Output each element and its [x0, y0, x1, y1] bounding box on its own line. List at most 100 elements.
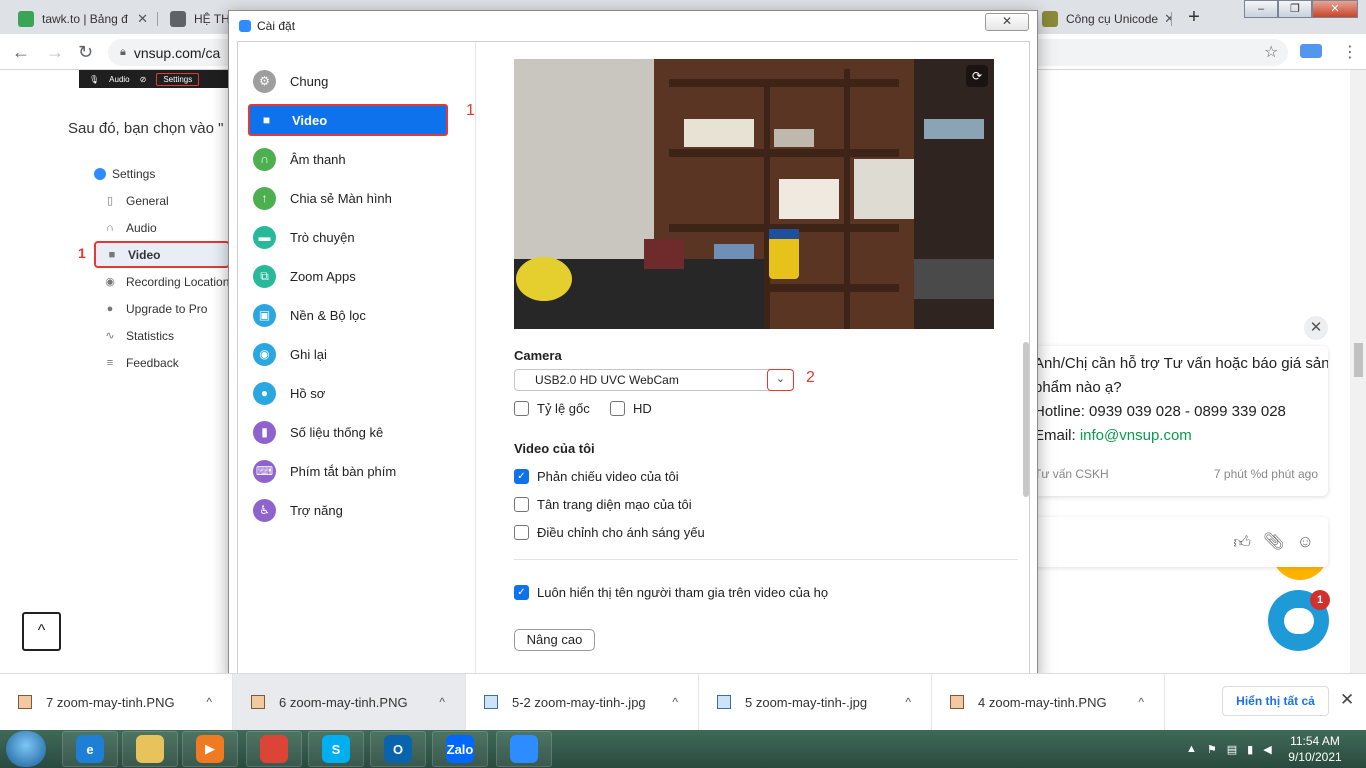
video-option-checkbox[interactable]: Tân trang diện mạo của tôi: [514, 497, 692, 512]
checkbox-box[interactable]: [514, 401, 529, 416]
chat-message-card: Anh/Chị cần hỗ trợ Tư vấn hoặc báo giá s…: [1034, 346, 1328, 496]
zoom-settings-dialog: Cài đặt ✕ 1 ⚙ Chung ■ Video ∩ Âm thanh ↑ Chia s…: [228, 10, 1038, 681]
camera-select[interactable]: USB2.0 HD UVC WebCam: [514, 369, 794, 391]
emoji-icon[interactable]: ☺: [1297, 532, 1314, 552]
clock[interactable]: 11:54 AM 9/10/2021: [1284, 733, 1346, 765]
chat-meta: Tư vấn CSKH 7 phút %d phút ago: [1034, 462, 1318, 486]
chevron-up-icon[interactable]: ^: [905, 695, 911, 709]
download-item[interactable]: 6 zoom-may-tinh.PNG ^: [233, 674, 466, 730]
extension-icon[interactable]: [1300, 44, 1322, 58]
flag-icon[interactable]: ⚑: [1207, 743, 1217, 756]
apps-icon: ⧉: [253, 264, 276, 288]
restore-button[interactable]: ❐: [1278, 0, 1312, 18]
scroll-to-top-button[interactable]: ^: [22, 612, 61, 651]
start-button[interactable]: [6, 731, 46, 767]
chat-close-button[interactable]: ✕: [1304, 316, 1328, 340]
volume-icon[interactable]: ◀: [1263, 743, 1271, 756]
checkbox-box[interactable]: [514, 497, 529, 512]
download-item[interactable]: 5 zoom-may-tinh-.jpg ^: [699, 674, 932, 730]
zoom-bar-settings: Settings: [156, 72, 200, 86]
video-option-checkbox[interactable]: Điều chỉnh cho ánh sáng yếu: [514, 525, 705, 540]
forward-arrow-icon[interactable]: →: [46, 42, 64, 63]
window-close-button[interactable]: ✕: [1312, 0, 1358, 18]
taskbar-app-button[interactable]: [246, 731, 302, 767]
back-arrow-icon[interactable]: ←: [12, 42, 30, 63]
sidebar-item-11[interactable]: ♿ Trợ năng: [248, 494, 448, 526]
mini-settings-item-label: Video: [128, 247, 161, 262]
mini-settings-item: ∿ Statistics: [94, 322, 230, 349]
new-tab-button[interactable]: +: [1182, 6, 1206, 30]
sidebar-item-7[interactable]: ◉ Ghi lại: [248, 338, 448, 370]
mini-settings-item: ● Upgrade to Pro: [94, 295, 230, 322]
sidebar-item-0[interactable]: ⚙ Chung: [248, 65, 448, 97]
original-ratio-checkbox[interactable]: Tỷ lệ gốc: [514, 401, 590, 416]
chat-email-link[interactable]: info@vnsup.com: [1080, 427, 1192, 444]
checkbox-box[interactable]: ✓: [514, 469, 529, 484]
accessibility-icon: ♿: [253, 498, 276, 522]
sidebar-item-10[interactable]: ⌨ Phím tắt bàn phím: [248, 455, 448, 487]
download-item[interactable]: 4 zoom-may-tinh.PNG ^: [932, 674, 1165, 730]
sidebar-item-1[interactable]: ■ Video: [248, 104, 448, 136]
taskbar-app-button[interactable]: ▶: [182, 731, 238, 767]
tray-expand-icon[interactable]: ▲: [1186, 743, 1197, 755]
settings-scrollbar[interactable]: [1023, 342, 1029, 497]
camera-preview: ⟳: [514, 59, 994, 329]
downloads-close-icon[interactable]: ✕: [1340, 690, 1354, 710]
video-option-checkbox[interactable]: ✓ Phản chiếu video của tôi: [514, 469, 679, 484]
page-scrollbar[interactable]: [1350, 70, 1366, 673]
browser-menu-icon[interactable]: ⋮: [1342, 42, 1358, 62]
browser-tab[interactable]: tawk.to | Bảng đ ✕: [8, 4, 158, 34]
tab-close-icon[interactable]: ✕: [1158, 11, 1172, 27]
taskbar-app-button[interactable]: S: [308, 731, 364, 767]
sidebar-item-8[interactable]: ● Hồ sơ: [248, 377, 448, 409]
download-item[interactable]: 5-2 zoom-may-tinh-.jpg ^: [466, 674, 699, 730]
chat-icon: ▬: [253, 225, 276, 249]
chevron-up-icon[interactable]: ^: [206, 695, 212, 709]
taskbar-app-button[interactable]: [122, 731, 178, 767]
advanced-button[interactable]: Nâng cao: [514, 629, 595, 651]
hd-checkbox[interactable]: HD: [610, 401, 652, 416]
taskbar-app-button[interactable]: [496, 731, 552, 767]
dialog-close-button[interactable]: ✕: [985, 13, 1029, 31]
show-all-downloads-button[interactable]: Hiển thị tất cả: [1222, 686, 1329, 716]
network-icon[interactable]: ▤: [1227, 743, 1237, 756]
taskbar-app-button[interactable]: Zalo: [432, 731, 488, 767]
image-file-icon: [950, 695, 964, 709]
bookmark-star-icon[interactable]: ☆: [1264, 42, 1278, 62]
taskbar-app-button[interactable]: e: [62, 731, 118, 767]
edit-icon: ≡: [106, 356, 114, 369]
always-show-names-checkbox[interactable]: ✓ Luôn hiển thị tên người tham gia trên …: [514, 585, 828, 600]
window-controls: – ❐ ✕: [1244, 0, 1358, 18]
tab-title: tawk.to | Bảng đ: [42, 12, 128, 26]
sidebar-item-2[interactable]: ∩ Âm thanh: [248, 143, 448, 175]
downloads-bar: Hiển thị tất cả ✕ 7 zoom-may-tinh.PNG ^ 6 …: [0, 673, 1366, 730]
download-item[interactable]: 7 zoom-may-tinh.PNG ^: [0, 674, 233, 730]
sidebar-item-4[interactable]: ▬ Trò chuyện: [248, 221, 448, 253]
sidebar-item-9[interactable]: ▮ Số liệu thống kê: [248, 416, 448, 448]
thumbs-up-icon[interactable]: 👍︎: [1233, 532, 1251, 553]
checkbox-box[interactable]: [610, 401, 625, 416]
camera-dropdown-chevron-icon[interactable]: ⌄: [767, 369, 794, 391]
sidebar-item-6[interactable]: ▣ Nền & Bộ lọc: [248, 299, 448, 331]
chevron-up-icon[interactable]: ^: [672, 695, 678, 709]
signal-icon[interactable]: ▮: [1247, 743, 1253, 756]
sidebar-item-label: Video: [292, 112, 328, 128]
sidebar-item-5[interactable]: ⧉ Zoom Apps: [248, 260, 448, 292]
sidebar-item-3[interactable]: ↑ Chia sẻ Màn hình: [248, 182, 448, 214]
user-icon: ●: [106, 302, 114, 315]
browser-tab[interactable]: Công cụ Unicode ✕: [1032, 4, 1172, 34]
tab-close-icon[interactable]: ✕: [131, 11, 148, 27]
chevron-up-icon[interactable]: ^: [439, 695, 445, 709]
settings-sidebar: 1 ⚙ Chung ■ Video ∩ Âm thanh ↑ Chia sẻ Màn hình…: [238, 42, 476, 673]
minimize-button[interactable]: –: [1244, 0, 1278, 18]
page-scrollbar-thumb[interactable]: [1354, 343, 1363, 377]
chat-input-area[interactable]: 👍︎ 📎︎ ☺: [1034, 517, 1328, 567]
my-video-label: Video của tôi: [514, 441, 595, 456]
paperclip-icon[interactable]: 📎︎: [1263, 532, 1285, 552]
reload-icon[interactable]: ↻: [78, 42, 93, 63]
checkbox-box[interactable]: [514, 525, 529, 540]
checkbox-box[interactable]: ✓: [514, 585, 529, 600]
chevron-up-icon[interactable]: ^: [1138, 695, 1144, 709]
rotate-camera-icon[interactable]: ⟳: [966, 65, 988, 87]
taskbar-app-button[interactable]: O: [370, 731, 426, 767]
